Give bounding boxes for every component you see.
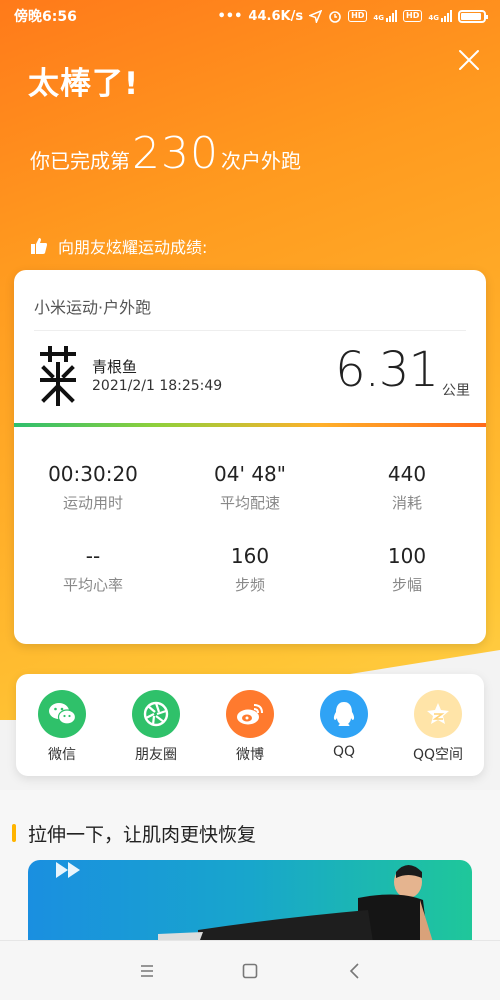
card-title: 小米运动·户外跑 [34, 298, 152, 317]
stat-label: 步幅 [391, 576, 422, 594]
stretch-video-thumbnail [56, 862, 433, 942]
share-wechat-button[interactable]: 微信 [16, 690, 108, 764]
stat-duration: 00:30:20 运动用时 [14, 462, 172, 513]
hd-badge-2: HD [403, 10, 423, 22]
back-icon[interactable] [340, 959, 370, 983]
net-type-2: 4G [428, 14, 439, 22]
weibo-icon[interactable] [226, 690, 274, 738]
count-suffix: 次户外跑 [220, 149, 301, 173]
stretch-video-card[interactable] [28, 860, 472, 942]
stat-pace: 04' 48" 平均配速 [171, 462, 329, 513]
stat-label: 消耗 [391, 494, 422, 512]
hd-badge-1: HD [348, 10, 368, 22]
net-type-1: 4G [373, 14, 385, 22]
share-label: 朋友圈 [135, 747, 177, 763]
battery-icon [458, 9, 488, 23]
network-speed: 44.6K/s [248, 8, 304, 24]
share-qzone-button[interactable]: QQ空间 [392, 690, 484, 764]
alarm-icon [329, 11, 341, 23]
stat-label: 平均心率 [62, 576, 123, 594]
avatar [40, 346, 76, 406]
share-moments-button[interactable]: 朋友圈 [110, 690, 202, 764]
system-nav-bar [0, 940, 500, 1000]
stat-value: 04' 48" [214, 462, 286, 486]
status-time: 傍晚6:56 [14, 9, 77, 25]
stat-label: 步频 [234, 576, 265, 594]
stat-value: 100 [387, 544, 427, 568]
thumbs-up-icon [31, 238, 47, 254]
stat-value: 00:30:20 [48, 462, 138, 486]
section-accent-bar [12, 824, 16, 842]
menu-icon[interactable] [132, 959, 162, 983]
status-icons: ••• 44.6K/s HD 4G HD 4G [217, 8, 488, 24]
stat-value: -- [85, 544, 101, 568]
completion-count-line: 你已完成第 230 次户外跑 [30, 128, 301, 179]
distance-unit: 公里 [442, 383, 470, 399]
page-title: 太棒了! [28, 66, 140, 102]
share-prompt-label: 向朋友炫耀运动成绩: [58, 238, 208, 257]
more-dots-icon: ••• [217, 8, 243, 24]
share-label: 微博 [236, 747, 264, 763]
stat-value: 440 [387, 462, 427, 486]
workout-summary-card: 小米运动·户外跑 青根鱼 2021/2/1 18:25:49 6.31 公里 0… [14, 270, 486, 644]
gradient-divider [14, 423, 486, 427]
share-label: 微信 [48, 747, 76, 763]
qzone-icon[interactable] [414, 690, 462, 738]
stat-value: 160 [230, 544, 270, 568]
section-title: 拉伸一下，让肌肉更快恢复 [28, 824, 257, 846]
signal-icon-1 [386, 10, 398, 22]
username: 青根鱼 [92, 358, 138, 376]
share-qq-button[interactable]: QQ [298, 690, 390, 760]
stat-stride: 100 步幅 [328, 544, 486, 595]
share-panel: 微信 朋友圈 微博 QQ QQ空间 [16, 674, 484, 776]
status-bar: 傍晚6:56 ••• 44.6K/s HD 4G HD 4G [0, 0, 500, 32]
share-label: QQ空间 [412, 747, 464, 763]
card-divider [34, 330, 466, 331]
location-icon [309, 9, 323, 23]
moments-icon[interactable] [132, 690, 180, 738]
workout-datetime: 2021/2/1 18:25:49 [92, 378, 223, 394]
stat-cadence: 160 步频 [171, 544, 329, 595]
stat-label: 平均配速 [219, 494, 280, 512]
home-icon[interactable] [235, 959, 265, 983]
stat-calories: 440 消耗 [328, 462, 486, 513]
run-count: 230 [132, 128, 219, 179]
count-prefix: 你已完成第 [30, 149, 130, 173]
distance-value: 6.31 [335, 342, 439, 398]
close-icon[interactable] [455, 46, 483, 74]
share-label: QQ [332, 744, 356, 760]
share-weibo-button[interactable]: 微博 [204, 690, 296, 764]
signal-icon-2 [441, 10, 452, 22]
wechat-icon[interactable] [38, 690, 86, 738]
share-prompt: 向朋友炫耀运动成绩: [30, 234, 207, 258]
stat-label: 运动用时 [62, 494, 123, 512]
qq-icon[interactable] [320, 690, 368, 738]
stat-heart-rate: -- 平均心率 [14, 544, 172, 595]
